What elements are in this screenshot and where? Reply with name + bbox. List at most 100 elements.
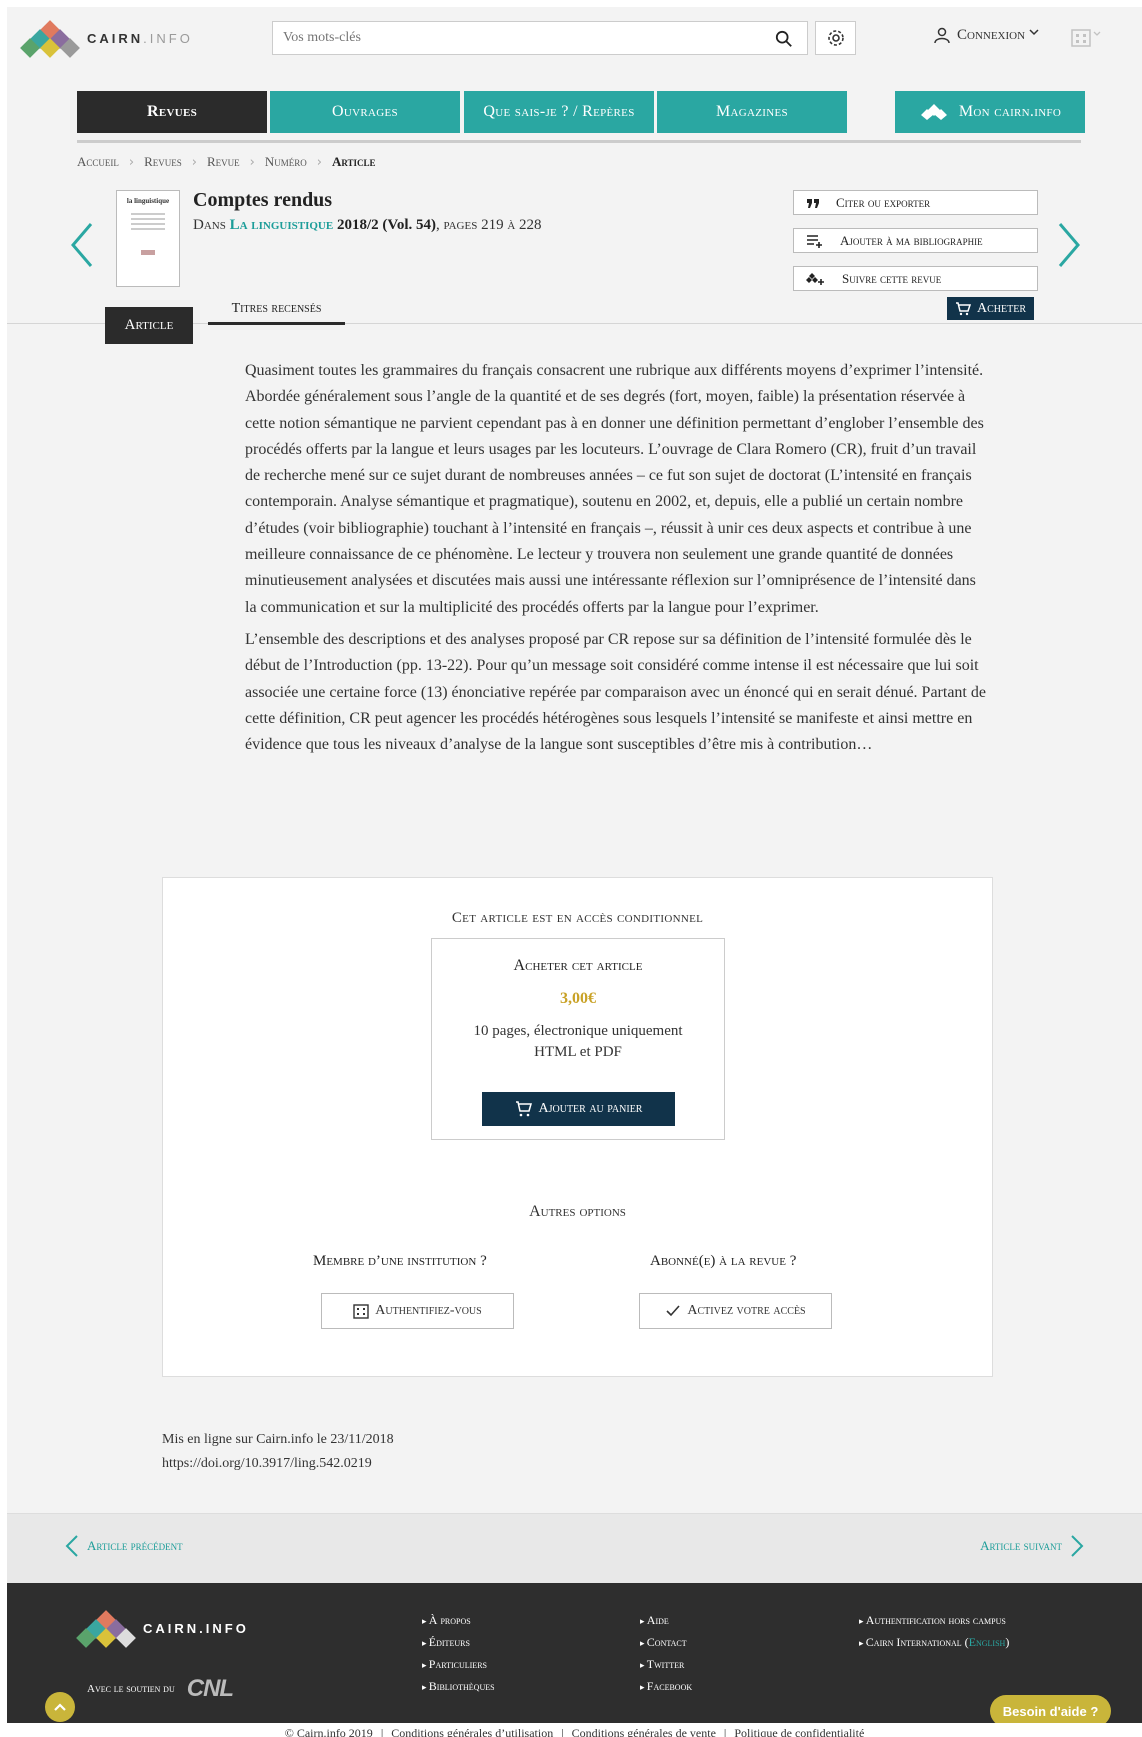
cite-export-button[interactable]: Citer ou exporter [793,190,1038,215]
subscriber-label: Abonné(e) à la revue ? [650,1253,797,1269]
previous-article-arrow-icon[interactable] [70,222,94,268]
follow-journal-button[interactable]: Suivre cette revue [793,266,1038,291]
conditional-access-heading: Cet article est en accès conditionnel [451,910,704,926]
english-link[interactable]: English [969,1635,1006,1649]
settings-button[interactable] [815,21,856,55]
tab-mon-cairn-label: Mon cairn.info [958,103,1062,120]
access-panel: Cet article est en accès conditionnel Ac… [162,877,993,1377]
footer-logo-text: CAIRN [143,1620,200,1636]
cart-icon [956,301,971,315]
article-meta: Mis en ligne sur Cairn.info le 23/11/201… [162,1428,394,1476]
search-input[interactable] [273,22,753,54]
chevron-right-icon [1071,1535,1084,1557]
paragraph: L’ensemble des descriptions et des analy… [245,630,986,754]
quote-icon [807,198,819,208]
chevron-right-icon: › [316,154,322,170]
legal-bar: © Cairn.info 2019 | Conditions générales d… [7,1723,1142,1737]
cairn-int-prefix: Cairn International ( [865,1635,969,1649]
footer-link-a-propos[interactable]: À propos [422,1610,495,1632]
other-options-heading: Autres options [529,1203,626,1220]
top-bar: CAIRN.INFO Connexion [7,7,1142,73]
breadcrumb-accueil[interactable]: Accueil [77,154,119,170]
terms-of-sale-link[interactable]: Conditions générales de vente [572,1726,716,1737]
footer-col-2: Aide Contact Twitter Facebook [640,1610,692,1698]
logo-diamonds-icon [76,1609,136,1648]
login-menu[interactable]: Connexion [933,26,1045,44]
breadcrumb-revue[interactable]: Revue [207,154,240,170]
footer-logo-suffix: .INFO [199,1620,249,1636]
add-to-cart-button[interactable]: Ajouter au panier [482,1092,675,1126]
in-label: Dans [193,217,226,233]
main-nav: Revues Ouvrages Que sais-je ? / Repères … [77,91,1085,143]
article-pager: Article précédent Article suivant [7,1513,1142,1583]
footer-link-cairn-international[interactable]: Cairn International (English) [859,1632,1010,1654]
footer-link-twitter[interactable]: Twitter [640,1654,692,1676]
next-article-arrow-icon[interactable] [1057,222,1081,268]
footer-link-bibliotheques[interactable]: Bibliothèques [422,1676,495,1698]
doi-link[interactable]: https://doi.org/10.3917/ling.542.0219 [162,1452,394,1476]
previous-article-label: Article précédent [87,1538,183,1553]
format-line-1: 10 pages, électronique uniquement [473,1023,683,1039]
tab-ouvrages[interactable]: Ouvrages [270,91,460,133]
journal-link[interactable]: La linguistique [230,217,334,233]
footer-col-1: À propos Éditeurs Particuliers Bibliothè… [422,1610,495,1698]
activate-access-button[interactable]: Activez votre accès [639,1293,832,1329]
cite-export-label: Citer ou exporter [836,194,931,210]
logo-diamonds-icon [20,19,80,58]
tab-revues[interactable]: Revues [77,91,267,133]
tab-titres-recenses[interactable]: Titres recensés [208,301,345,325]
playlist-add-icon [807,234,822,248]
previous-article-link[interactable]: Article précédent [65,1534,183,1558]
next-article-label: Article suivant [980,1538,1062,1553]
chevron-down-icon [1029,29,1039,36]
footer-link-contact[interactable]: Contact [640,1632,692,1654]
article-source: Dans La linguistique 2018/2 (Vol. 54), p… [193,217,542,234]
chevron-right-icon: › [128,154,135,170]
footer-link-auth-hors-campus[interactable]: Authentification hors campus [859,1610,1009,1632]
search-box [272,21,808,55]
institution-menu[interactable] [1071,27,1103,52]
add-to-cart-label: Ajouter au panier [538,1101,643,1116]
activate-access-label: Activez votre accès [687,1303,806,1318]
breadcrumb-numero[interactable]: Numéro [265,154,307,170]
tab-magazines[interactable]: Magazines [657,91,847,133]
buy-button[interactable]: Acheter [947,297,1034,320]
terms-of-use-link[interactable]: Conditions générales d’utilisation [391,1726,553,1737]
search-icon[interactable] [775,30,793,48]
breadcrumb-article: Article [331,154,376,169]
login-label: Connexion [957,26,1026,43]
add-bibliography-button[interactable]: Ajouter à ma bibliographie [793,228,1038,253]
cart-icon [515,1101,532,1117]
back-to-top-button[interactable] [45,1692,75,1722]
tab-que-sais-je[interactable]: Que sais-je ? / Repères [464,91,654,133]
cairn-logo[interactable]: CAIRN.INFO [20,19,193,58]
chevron-right-icon: › [191,154,197,170]
footer-link-particuliers[interactable]: Particuliers [422,1654,495,1676]
format-line-2: HTML et PDF [534,1044,622,1060]
issue-link[interactable]: 2018/2 (Vol. 54) [337,217,436,233]
tab-article[interactable]: Article [105,307,193,344]
privacy-policy-link[interactable]: Politique de confidentialité [734,1726,864,1737]
gear-icon [827,30,844,46]
online-date: Mis en ligne sur Cairn.info le 23/11/201… [162,1432,394,1447]
footer-logo[interactable]: CAIRN.INFO [76,1609,249,1648]
authenticate-label: Authentifiez-vous [375,1303,482,1318]
follow-diamonds-icon [806,272,824,285]
member-label: Membre d’une institution ? [313,1253,487,1269]
article-title: Comptes rendus [193,189,333,211]
footer-link-aide[interactable]: Aide [640,1610,692,1632]
logo-suffix: .INFO [143,30,193,46]
footer-link-facebook[interactable]: Facebook [640,1676,692,1698]
journal-cover[interactable]: la linguistique [116,190,180,287]
footer: CAIRN.INFO Avec le soutien du CNL À prop… [7,1583,1142,1737]
chevron-left-icon [65,1535,78,1557]
cairn-diamonds-icon [920,104,947,120]
tab-mon-cairn[interactable]: Mon cairn.info [895,91,1085,133]
buy-article-title: Acheter cet article [513,957,643,974]
logo-text: CAIRN [87,30,144,46]
page: CAIRN.INFO Connexion Revues Ouvrages Que… [7,7,1142,1737]
breadcrumb-revues[interactable]: Revues [144,154,182,170]
authenticate-button[interactable]: Authentifiez-vous [321,1293,514,1329]
footer-link-editeurs[interactable]: Éditeurs [422,1632,495,1654]
next-article-link[interactable]: Article suivant [980,1534,1084,1558]
